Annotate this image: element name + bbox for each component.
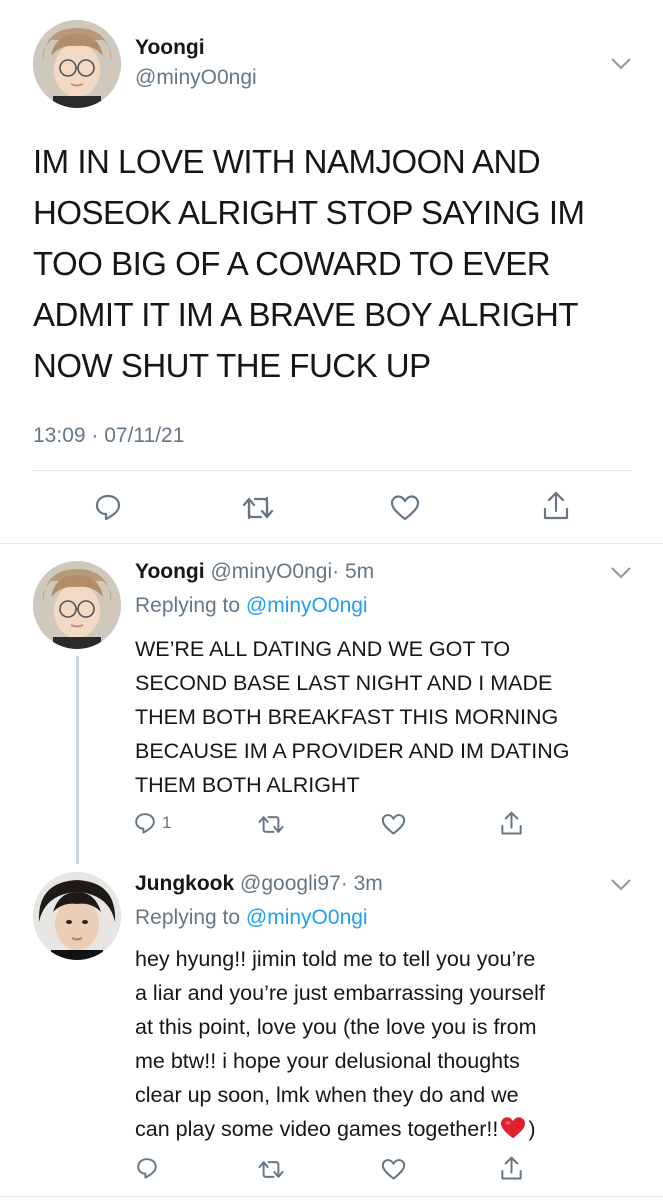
like-icon[interactable] bbox=[390, 494, 420, 522]
chevron-down-icon[interactable] bbox=[610, 878, 632, 892]
reply-time[interactable]: · 5m bbox=[332, 560, 374, 583]
tweet-text-line: at this point, love you (the love you is… bbox=[135, 1015, 537, 1039]
tweet-timestamp[interactable]: 13:09 · 07/11/21 bbox=[33, 424, 184, 448]
chevron-down-icon[interactable] bbox=[610, 566, 632, 580]
chevron-down-icon[interactable] bbox=[610, 57, 632, 71]
avatar-yoongi[interactable] bbox=[33, 561, 121, 649]
tweet-text-line: THEM BOTH ALRIGHT bbox=[135, 773, 360, 797]
tweet-text-line: WE’RE ALL DATING AND WE GOT TO bbox=[135, 637, 511, 661]
tweet-text: IM IN LOVE WITH NAMJOON AND HOSEOK ALRIG… bbox=[33, 136, 643, 391]
tweet-text-segment: can play some video games together!! bbox=[135, 1117, 499, 1141]
red-heart-emoji bbox=[500, 1116, 526, 1150]
retweet-icon[interactable] bbox=[257, 813, 285, 836]
tweet-text-line: TOO BIG OF A COWARD TO EVER bbox=[33, 245, 551, 282]
tweet-text-line: can play some video games together!! ) bbox=[135, 1112, 645, 1150]
tweet-text-line: NOW SHUT THE FUCK UP bbox=[33, 347, 431, 384]
retweet-icon[interactable] bbox=[257, 1158, 285, 1181]
share-icon[interactable] bbox=[541, 490, 571, 522]
thread-line bbox=[76, 656, 79, 864]
replying-to: Replying to @minyO0ngi bbox=[135, 906, 368, 930]
retweet-icon[interactable] bbox=[241, 494, 275, 522]
tweet-text-line: BECAUSE IM A PROVIDER AND IM DATING bbox=[135, 739, 570, 763]
reply-icon[interactable]: 1 bbox=[133, 811, 171, 835]
avatar-yoongi[interactable] bbox=[33, 20, 121, 108]
tweet-text: hey hyung!! jimin told me to tell you yo… bbox=[135, 942, 645, 1150]
tweet-text-segment: ) bbox=[528, 1117, 536, 1141]
author-name[interactable]: Jungkook bbox=[135, 872, 234, 895]
divider bbox=[33, 470, 631, 471]
tweet-text-line: ADMIT IT IM A BRAVE BOY ALRIGHT bbox=[33, 296, 579, 333]
reply-header: Yoongi @minyO0ngi· 5m bbox=[135, 560, 374, 584]
replying-to-label: Replying to bbox=[135, 594, 246, 617]
reply-icon[interactable] bbox=[135, 1156, 159, 1180]
author-handle[interactable]: @minyO0ngi bbox=[135, 66, 257, 90]
tweet-text-line: a liar and you’re just embarrassing your… bbox=[135, 981, 545, 1005]
tweet-text-line: hey hyung!! jimin told me to tell you yo… bbox=[135, 947, 536, 971]
divider bbox=[0, 1196, 663, 1197]
tweet-text-line: me btw!! i hope your delusional thoughts bbox=[135, 1049, 520, 1073]
replying-to-handle[interactable]: @minyO0ngi bbox=[246, 594, 368, 617]
tweet-text: WE’RE ALL DATING AND WE GOT TO SECOND BA… bbox=[135, 632, 645, 802]
replying-to-handle[interactable]: @minyO0ngi bbox=[246, 906, 368, 929]
reply-icon[interactable] bbox=[93, 492, 123, 522]
tweet-text-line: THEM BOTH BREAKFAST THIS MORNING bbox=[135, 705, 559, 729]
replying-to-label: Replying to bbox=[135, 906, 246, 929]
reply-header: Jungkook @googli97· 3m bbox=[135, 872, 383, 896]
tweet-text-line: HOSEOK ALRIGHT STOP SAYING IM bbox=[33, 194, 585, 231]
divider bbox=[0, 543, 663, 544]
share-icon[interactable] bbox=[499, 810, 524, 837]
author-handle[interactable]: @minyO0ngi bbox=[210, 560, 332, 583]
like-icon[interactable] bbox=[381, 1158, 406, 1181]
tweet-text-line: clear up soon, lmk when they do and we bbox=[135, 1083, 519, 1107]
like-icon[interactable] bbox=[381, 813, 406, 836]
share-icon[interactable] bbox=[499, 1155, 524, 1182]
tweet-text-line: SECOND BASE LAST NIGHT AND I MADE bbox=[135, 671, 553, 695]
replying-to: Replying to @minyO0ngi bbox=[135, 594, 368, 618]
author-name[interactable]: Yoongi bbox=[135, 560, 205, 583]
author-name[interactable]: Yoongi bbox=[135, 36, 205, 60]
reply-count: 1 bbox=[162, 813, 172, 832]
reply-time[interactable]: · 3m bbox=[341, 872, 383, 895]
tweet-text-line: IM IN LOVE WITH NAMJOON AND bbox=[33, 143, 541, 180]
author-handle[interactable]: @googli97 bbox=[240, 872, 341, 895]
avatar-jungkook[interactable] bbox=[33, 872, 121, 960]
